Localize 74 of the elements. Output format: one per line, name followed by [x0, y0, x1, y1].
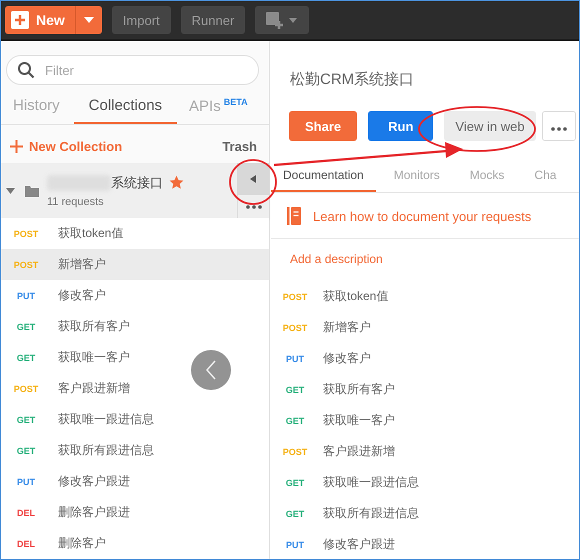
highlight-ellipse: [229, 159, 277, 205]
collection-item[interactable]: 系统接口 11 requests: [1, 163, 269, 218]
import-button[interactable]: Import: [112, 6, 171, 34]
method-label: PUT: [285, 354, 305, 364]
caret-icon: [84, 17, 94, 23]
collection-name: 系统接口: [111, 174, 163, 192]
method-label: PUT: [16, 290, 36, 300]
request-item[interactable]: GET 获取所有客户: [1, 311, 269, 342]
add-description-link[interactable]: Add a description: [290, 252, 383, 266]
method-label: POST: [282, 446, 308, 456]
chevron-left-icon: [206, 360, 216, 380]
request-item[interactable]: GET 获取唯一客户: [1, 342, 269, 373]
dropdown-button[interactable]: [76, 6, 102, 34]
more-icon: [550, 126, 567, 130]
collapse-button[interactable]: [237, 163, 269, 195]
method-label: DEL: [16, 508, 36, 518]
request-link[interactable]: 修改客户跟进: [323, 536, 395, 553]
request-link[interactable]: 客户跟进新增: [323, 443, 395, 460]
method-label: DEL: [16, 538, 36, 548]
more-button[interactable]: [542, 111, 576, 141]
folder-icon: [25, 184, 39, 196]
runner-button[interactable]: Runner: [180, 6, 246, 34]
request-item[interactable]: POST 新增客户: [1, 249, 269, 280]
action-button[interactable]: Share: [289, 111, 358, 141]
request-item[interactable]: DEL 删除客户跟进: [1, 497, 269, 528]
method-label: POST: [12, 228, 40, 238]
request-item[interactable]: GET 获取所有跟进信息: [1, 435, 269, 466]
caret-icon: [250, 175, 256, 183]
trash-button[interactable]: Trash: [222, 139, 257, 154]
method-label: PUT: [285, 540, 305, 550]
method-label: GET: [284, 416, 306, 426]
request-item[interactable]: PUT 修改客户跟进: [1, 466, 269, 497]
new-button[interactable]: New: [5, 6, 76, 34]
method-label: POST: [12, 384, 40, 394]
more-icon: [246, 204, 262, 208]
search-icon: [17, 61, 35, 79]
new-window-button[interactable]: [255, 6, 310, 34]
method-label: PUT: [16, 476, 36, 486]
method-label: GET: [284, 508, 306, 518]
request-link[interactable]: 获取所有跟进信息: [323, 505, 419, 522]
new-collection-button[interactable]: New Collection: [10, 139, 122, 154]
learn-link[interactable]: Learn how to document your requests: [313, 208, 532, 224]
method-label: GET: [16, 446, 36, 456]
request-item[interactable]: POST 客户跟进新增: [1, 373, 269, 404]
method-label: GET: [284, 384, 306, 394]
collection-title: 松勤CRM系统接口: [290, 70, 416, 89]
request-link[interactable]: 获取token值: [323, 288, 388, 305]
method-label: POST: [282, 292, 308, 302]
request-link[interactable]: 修改客户: [323, 350, 371, 367]
method-label: POST: [12, 260, 40, 270]
document-icon: [287, 207, 301, 225]
plus-icon: [11, 11, 29, 29]
action-button[interactable]: View in web: [444, 111, 536, 141]
request-item[interactable]: POST 获取token值: [1, 218, 269, 249]
plus-icon: [10, 140, 23, 153]
request-link[interactable]: 获取所有客户: [323, 381, 395, 398]
request-count: 11 requests: [47, 196, 105, 208]
filter-field[interactable]: Filter: [6, 55, 259, 85]
method-label: GET: [16, 352, 36, 362]
request-link[interactable]: 新增客户: [323, 319, 371, 336]
request-item[interactable]: DEL 删除客户: [1, 528, 269, 559]
caret-icon: [6, 188, 15, 194]
sidebar-tab[interactable]: Collections: [74, 91, 178, 124]
request-link[interactable]: 获取唯一跟进信息: [323, 474, 419, 491]
request-item[interactable]: GET 获取唯一跟进信息: [1, 404, 269, 435]
tab[interactable]: Documentation: [271, 163, 376, 192]
request-item[interactable]: PUT 修改客户: [1, 280, 269, 311]
method-label: GET: [284, 478, 306, 488]
sidebar-tab[interactable]: APIs $^{BETA}$: [183, 91, 254, 124]
action-button[interactable]: Run: [368, 111, 434, 141]
method-label: POST: [282, 322, 308, 332]
method-label: GET: [16, 414, 36, 424]
request-link[interactable]: 获取唯一客户: [323, 412, 395, 429]
method-label: GET: [16, 322, 36, 332]
